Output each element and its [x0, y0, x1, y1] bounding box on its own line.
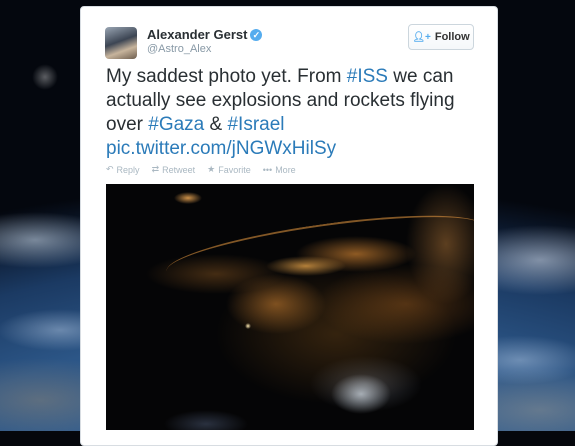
author-name-row[interactable]: Alexander Gerst ✓: [147, 27, 263, 42]
hashtag-iss[interactable]: #ISS: [347, 66, 388, 87]
verified-badge-icon: ✓: [250, 29, 263, 41]
author-handle[interactable]: @Astro_Alex: [147, 43, 211, 55]
hashtag-israel[interactable]: #Israel: [227, 114, 284, 135]
ellipsis-icon: •••: [262, 164, 273, 175]
retweet-action[interactable]: ⇄ Retweet: [152, 164, 196, 175]
reply-action[interactable]: ↶ Reply: [106, 164, 140, 175]
author-name[interactable]: Alexander Gerst: [147, 27, 247, 42]
tweet-text-part3: &: [204, 114, 228, 135]
favorite-action[interactable]: ★ Favorite: [207, 164, 251, 175]
tweet-photo[interactable]: [106, 184, 474, 430]
favorite-label: Favorite: [218, 164, 251, 175]
sun-glow: [32, 64, 58, 90]
star-icon: ★: [207, 164, 216, 174]
avatar[interactable]: [105, 27, 137, 59]
add-user-icon: 👤︎+: [412, 31, 431, 43]
more-action[interactable]: ••• More: [263, 164, 296, 175]
retweet-icon: ⇄: [151, 164, 160, 174]
reply-label: Reply: [116, 164, 140, 175]
follow-button[interactable]: 👤︎+ Follow: [408, 24, 474, 50]
hashtag-gaza[interactable]: #Gaza: [148, 114, 204, 135]
city-lights: [106, 184, 474, 430]
retweet-label: Retweet: [162, 164, 196, 175]
reply-icon: ↶: [106, 164, 114, 174]
tweet-card: Alexander Gerst ✓ @Astro_Alex 👤︎+ Follow …: [80, 6, 498, 446]
tweet-text-part1: My saddest photo yet. From: [106, 66, 347, 87]
tweet-text: My saddest photo yet. From #ISS we can a…: [106, 65, 476, 161]
follow-label: Follow: [434, 31, 470, 43]
more-label: More: [275, 164, 296, 175]
photo-link[interactable]: pic.twitter.com/jNGWxHilSy: [106, 138, 336, 159]
tweet-actions: ↶ Reply ⇄ Retweet ★ Favorite ••• More: [106, 164, 296, 175]
